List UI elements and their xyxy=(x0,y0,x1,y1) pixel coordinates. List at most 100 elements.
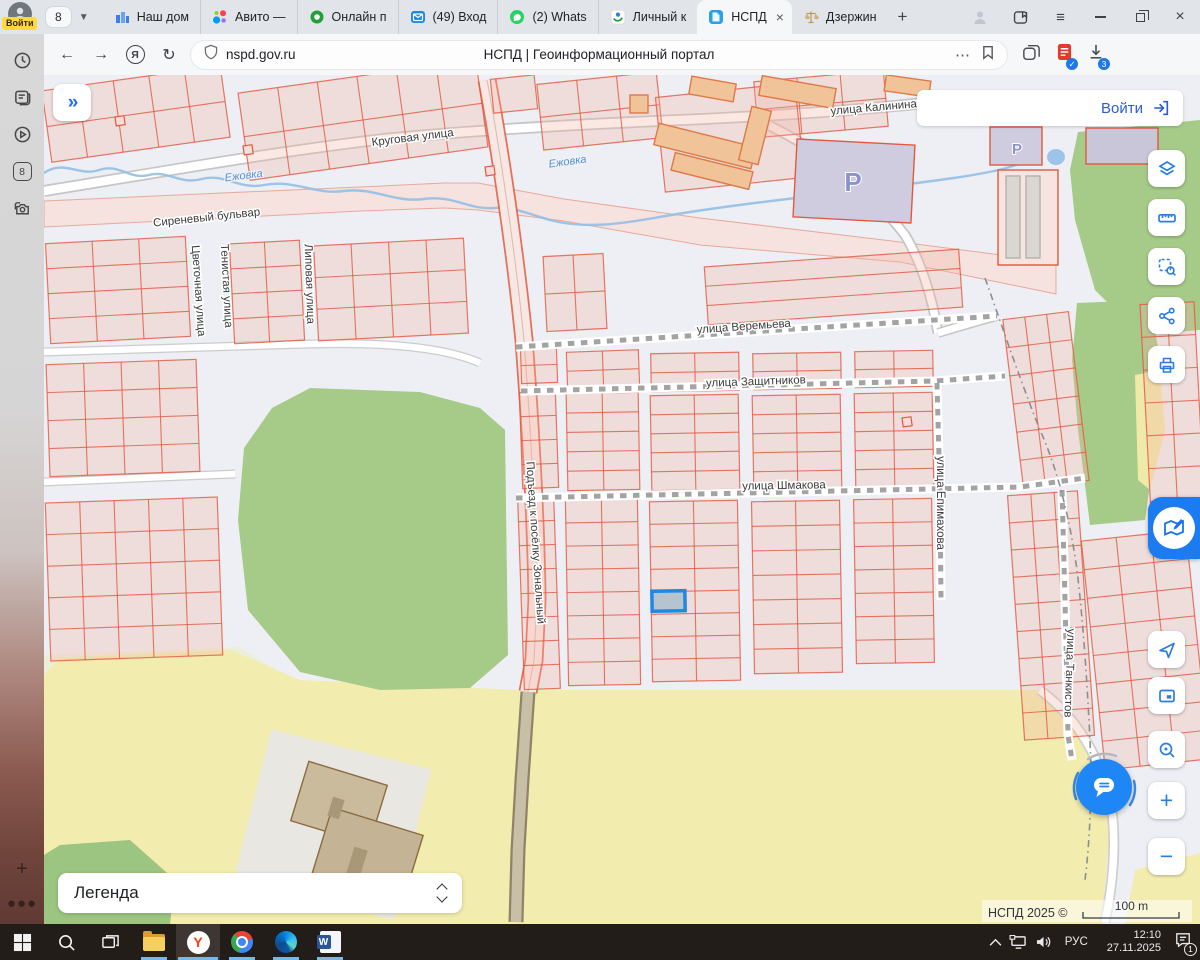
forward-button[interactable]: → xyxy=(86,40,116,70)
ghost-profile-icon[interactable] xyxy=(960,0,1000,34)
map-login-label[interactable]: Войти xyxy=(1101,100,1143,117)
chevron-down-icon[interactable]: ▼ xyxy=(73,12,95,23)
yandex-home-icon[interactable]: Я xyxy=(120,40,150,70)
side-panel-icon[interactable] xyxy=(1000,0,1040,34)
building-favicon xyxy=(114,9,130,25)
legend-expand-icon[interactable] xyxy=(438,885,446,901)
sidebar-add-icon[interactable]: + xyxy=(16,858,28,881)
close-button[interactable]: × xyxy=(1160,0,1200,34)
notification-center-icon[interactable]: 1 xyxy=(1174,932,1192,953)
tab-counter[interactable]: 8 ▼ xyxy=(46,7,95,27)
extension-pdf-icon[interactable]: ✓ xyxy=(1057,43,1072,66)
parcel-grid xyxy=(46,359,200,476)
language-indicator[interactable]: РУС xyxy=(1059,936,1094,948)
print-button[interactable] xyxy=(1148,346,1185,383)
extension-check-badge: ✓ xyxy=(1066,58,1078,70)
profile-corner[interactable]: Войти xyxy=(0,0,42,34)
tab-label: (49) Вход xyxy=(433,10,487,24)
tab-label: Наш дом xyxy=(137,10,189,24)
taskbar-edge-icon[interactable] xyxy=(264,924,308,960)
screenshot-icon[interactable] xyxy=(0,190,44,227)
browser-tab-3[interactable]: Онлайн п xyxy=(297,0,398,34)
browser-tab-1[interactable]: Наш дом xyxy=(103,0,200,34)
locate-button[interactable] xyxy=(1148,631,1185,668)
id-favicon xyxy=(610,9,626,25)
taskbar-yandex-icon[interactable]: Y xyxy=(176,924,220,960)
zoom-in-button[interactable]: + xyxy=(1148,782,1185,819)
parcel-grid xyxy=(520,346,557,383)
chat-widget[interactable] xyxy=(1064,747,1144,827)
omnibox-more-icon[interactable]: ⋯ xyxy=(955,46,971,64)
taskbar-word-icon[interactable] xyxy=(308,924,352,960)
network-icon[interactable] xyxy=(1009,935,1028,950)
address-field[interactable]: nspd.gov.ru НСПД | Геоинформационный пор… xyxy=(190,40,1008,70)
map-login-button[interactable]: Войти xyxy=(917,90,1183,126)
tab-label: Онлайн п xyxy=(332,10,387,24)
tab-label: НСПД xyxy=(731,10,767,24)
browser-tab-2[interactable]: Авито — xyxy=(200,0,296,34)
feedback-side-tab[interactable] xyxy=(1148,497,1200,559)
sidebar-more-icon[interactable]: ●●● xyxy=(7,895,37,912)
expand-panel-button[interactable]: » xyxy=(53,84,91,121)
legend-panel[interactable]: Легенда xyxy=(58,873,462,913)
tab-close-icon[interactable]: × xyxy=(776,9,784,25)
parcel-grid xyxy=(565,498,640,685)
login-arrow-icon xyxy=(1152,99,1170,117)
map-canvas[interactable]: Круговая улицаулица КалининаЕжовкаЕжовка… xyxy=(44,75,1200,924)
play-icon[interactable] xyxy=(0,116,44,153)
tab-label: Личный к xyxy=(633,10,687,24)
back-button[interactable]: ← xyxy=(52,40,82,70)
minimap-button[interactable] xyxy=(1148,677,1185,714)
parcel-grid xyxy=(752,500,843,674)
area-search-button[interactable] xyxy=(1148,248,1185,285)
online-favicon xyxy=(309,9,325,25)
volume-icon[interactable] xyxy=(1035,935,1052,949)
taskbar-chrome-icon[interactable] xyxy=(220,924,264,960)
tab-label: Дзержин xyxy=(826,10,877,24)
minimize-button[interactable] xyxy=(1080,0,1120,34)
window-controls: ≡ × xyxy=(960,0,1200,34)
utility-parcel xyxy=(115,116,125,126)
tab-counter-value[interactable]: 8 xyxy=(46,7,71,27)
feed-icon[interactable] xyxy=(0,79,44,116)
downloads-icon[interactable]: 3 xyxy=(1088,43,1104,66)
loupe-button[interactable] xyxy=(1148,731,1185,768)
restore-button[interactable] xyxy=(1120,0,1160,34)
clock[interactable]: 12:10 27.11.2025 xyxy=(1101,929,1167,955)
parking-label: P xyxy=(1012,141,1022,158)
parking-label: P xyxy=(844,167,861,197)
menu-icon[interactable]: ≡ xyxy=(1040,0,1080,34)
mail-favicon xyxy=(410,9,426,25)
tray-expand-icon[interactable] xyxy=(989,938,1002,947)
browser-tab-8[interactable]: Дзержин xyxy=(792,0,888,34)
browser-tab-7[interactable]: НСПД × xyxy=(697,0,792,34)
new-tab-button[interactable]: + xyxy=(888,0,918,34)
map-viewport[interactable]: Круговая улицаулица КалининаЕжовкаЕжовка… xyxy=(44,75,1200,924)
site-shield-icon[interactable] xyxy=(204,44,218,65)
browser-tab-5[interactable]: (2) Whats xyxy=(497,0,597,34)
layers-button[interactable] xyxy=(1148,150,1185,187)
tab-groups-icon[interactable] xyxy=(1022,44,1041,66)
map-sheet-icon xyxy=(1153,507,1195,549)
taskbar-taskview-icon[interactable] xyxy=(88,924,132,960)
history-icon[interactable] xyxy=(0,42,44,79)
taskbar-explorer-icon[interactable] xyxy=(132,924,176,960)
selected-parcel[interactable] xyxy=(652,591,685,612)
tab-count-icon[interactable]: 8 xyxy=(0,153,44,190)
ruler-button[interactable] xyxy=(1148,199,1185,236)
browser-tab-4[interactable]: (49) Вход xyxy=(398,0,498,34)
tab-label: (2) Whats xyxy=(532,10,586,24)
scale-label: 100 m xyxy=(1115,901,1148,912)
windows-taskbar: Y РУС 12:10 27.11.2025 1 xyxy=(0,924,1200,960)
taskbar-search-icon[interactable] xyxy=(44,924,88,960)
url-text[interactable]: nspd.gov.ru xyxy=(226,47,296,62)
system-tray: РУС 12:10 27.11.2025 1 xyxy=(989,929,1200,955)
share-button[interactable] xyxy=(1148,297,1185,334)
zoom-out-button[interactable]: − xyxy=(1148,838,1185,875)
whatsapp-favicon xyxy=(509,9,525,25)
chat-bubble-icon[interactable] xyxy=(1076,759,1132,815)
browser-tab-6[interactable]: Личный к xyxy=(598,0,698,34)
bookmark-icon[interactable] xyxy=(981,45,995,65)
reload-button[interactable]: ↻ xyxy=(154,40,184,70)
taskbar-start-icon[interactable] xyxy=(0,924,44,960)
